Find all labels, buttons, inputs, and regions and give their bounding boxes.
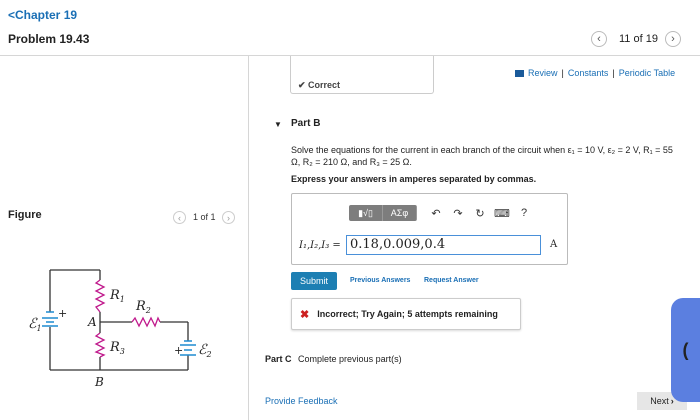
previous-answers-link[interactable]: Previous Answers — [350, 277, 410, 284]
part-c-status: Complete previous part(s) — [298, 354, 402, 364]
chapter-back-link[interactable]: <Chapter 19 — [8, 8, 77, 22]
resource-links: Review | Constants | Periodic Table — [515, 68, 675, 78]
prev-figure-button[interactable]: ‹ — [173, 211, 186, 224]
request-answer-link[interactable]: Request Answer — [424, 277, 479, 284]
chevron-left-icon: ‹ — [178, 212, 181, 223]
node-b-label: B — [94, 375, 104, 389]
side-panel-tab[interactable]: ( — [671, 298, 700, 402]
next-figure-button[interactable]: › — [222, 211, 235, 224]
chevron-left-icon: ‹ — [597, 33, 601, 45]
next-problem-button[interactable]: › — [665, 31, 681, 47]
math-toolbar: ▮√▯ ΑΣφ ↶ ↷ ↻ ⌨ ? — [349, 205, 535, 221]
node-a-label: A — [87, 315, 97, 329]
input-label: I₁,I₂,I₃ = — [299, 240, 341, 251]
emf2-label: ℰ2 — [198, 342, 212, 359]
panel-divider — [248, 56, 249, 420]
r2-label: R2 — [135, 299, 151, 315]
problem-counter: 11 of 19 — [619, 33, 658, 45]
part-c-title: Part C — [265, 354, 292, 364]
problem-title: Problem 19.43 — [8, 32, 90, 46]
periodic-table-link[interactable]: Periodic Table — [619, 68, 675, 78]
redo-icon[interactable]: ↷ — [447, 207, 469, 220]
constants-link[interactable]: Constants — [568, 68, 609, 78]
keyboard-icon[interactable]: ⌨ — [491, 207, 513, 220]
part-c-header[interactable]: Part C Complete previous part(s) — [265, 354, 402, 364]
emf1-label: ℰ1 — [28, 316, 42, 333]
review-link[interactable]: Review — [528, 68, 558, 78]
link-separator: | — [612, 68, 615, 78]
submit-button[interactable]: Submit — [291, 272, 337, 290]
chevron-left-icon: < — [8, 8, 16, 22]
provide-feedback-link[interactable]: Provide Feedback — [265, 396, 338, 406]
previous-part-status: ✔ Correct — [298, 80, 341, 90]
chevron-right-icon: › — [671, 33, 675, 45]
r3-label: R3 — [109, 340, 125, 356]
question-text: Solve the equations for the current in e… — [291, 145, 673, 167]
battery1-plus-label: + — [58, 307, 67, 320]
resistor-r2 — [131, 316, 161, 328]
help-icon[interactable]: ? — [513, 207, 535, 219]
chevron-right-icon: › — [227, 212, 230, 223]
checkmark-icon: ✔ — [298, 80, 309, 90]
collapse-caret-icon[interactable]: ▼ — [274, 120, 282, 129]
link-separator: | — [561, 68, 564, 78]
resistor-r1 — [94, 279, 106, 313]
error-x-icon: ✖ — [300, 308, 310, 321]
book-icon — [515, 69, 524, 77]
prev-problem-button[interactable]: ‹ — [591, 31, 607, 47]
figure-counter: 1 of 1 — [193, 212, 216, 222]
answer-instruction: Express your answers in amperes separate… — [291, 174, 537, 184]
figure-label: Figure — [8, 209, 42, 221]
undo-icon[interactable]: ↶ — [425, 207, 447, 220]
unit-label: A — [550, 239, 558, 250]
r1-label: R1 — [109, 288, 125, 304]
templates-button[interactable]: ▮√▯ — [349, 205, 383, 221]
chevron-left-icon: ( — [682, 339, 689, 360]
feedback-box: ✖ Incorrect; Try Again; 5 attempts remai… — [291, 298, 521, 330]
reset-icon[interactable]: ↻ — [469, 207, 491, 220]
circuit-diagram: ℰ1 + A R1 R2 R3 + ℰ2 B — [28, 269, 212, 389]
symbols-button[interactable]: ΑΣφ — [383, 205, 417, 221]
battery2-plus-label: + — [174, 344, 183, 357]
answer-input[interactable]: 0.18,0.009,0.4 — [346, 235, 541, 255]
resistor-r3 — [94, 332, 106, 358]
part-b-title[interactable]: Part B — [291, 118, 320, 129]
feedback-text: Incorrect; Try Again; 5 attempts remaini… — [317, 309, 498, 319]
